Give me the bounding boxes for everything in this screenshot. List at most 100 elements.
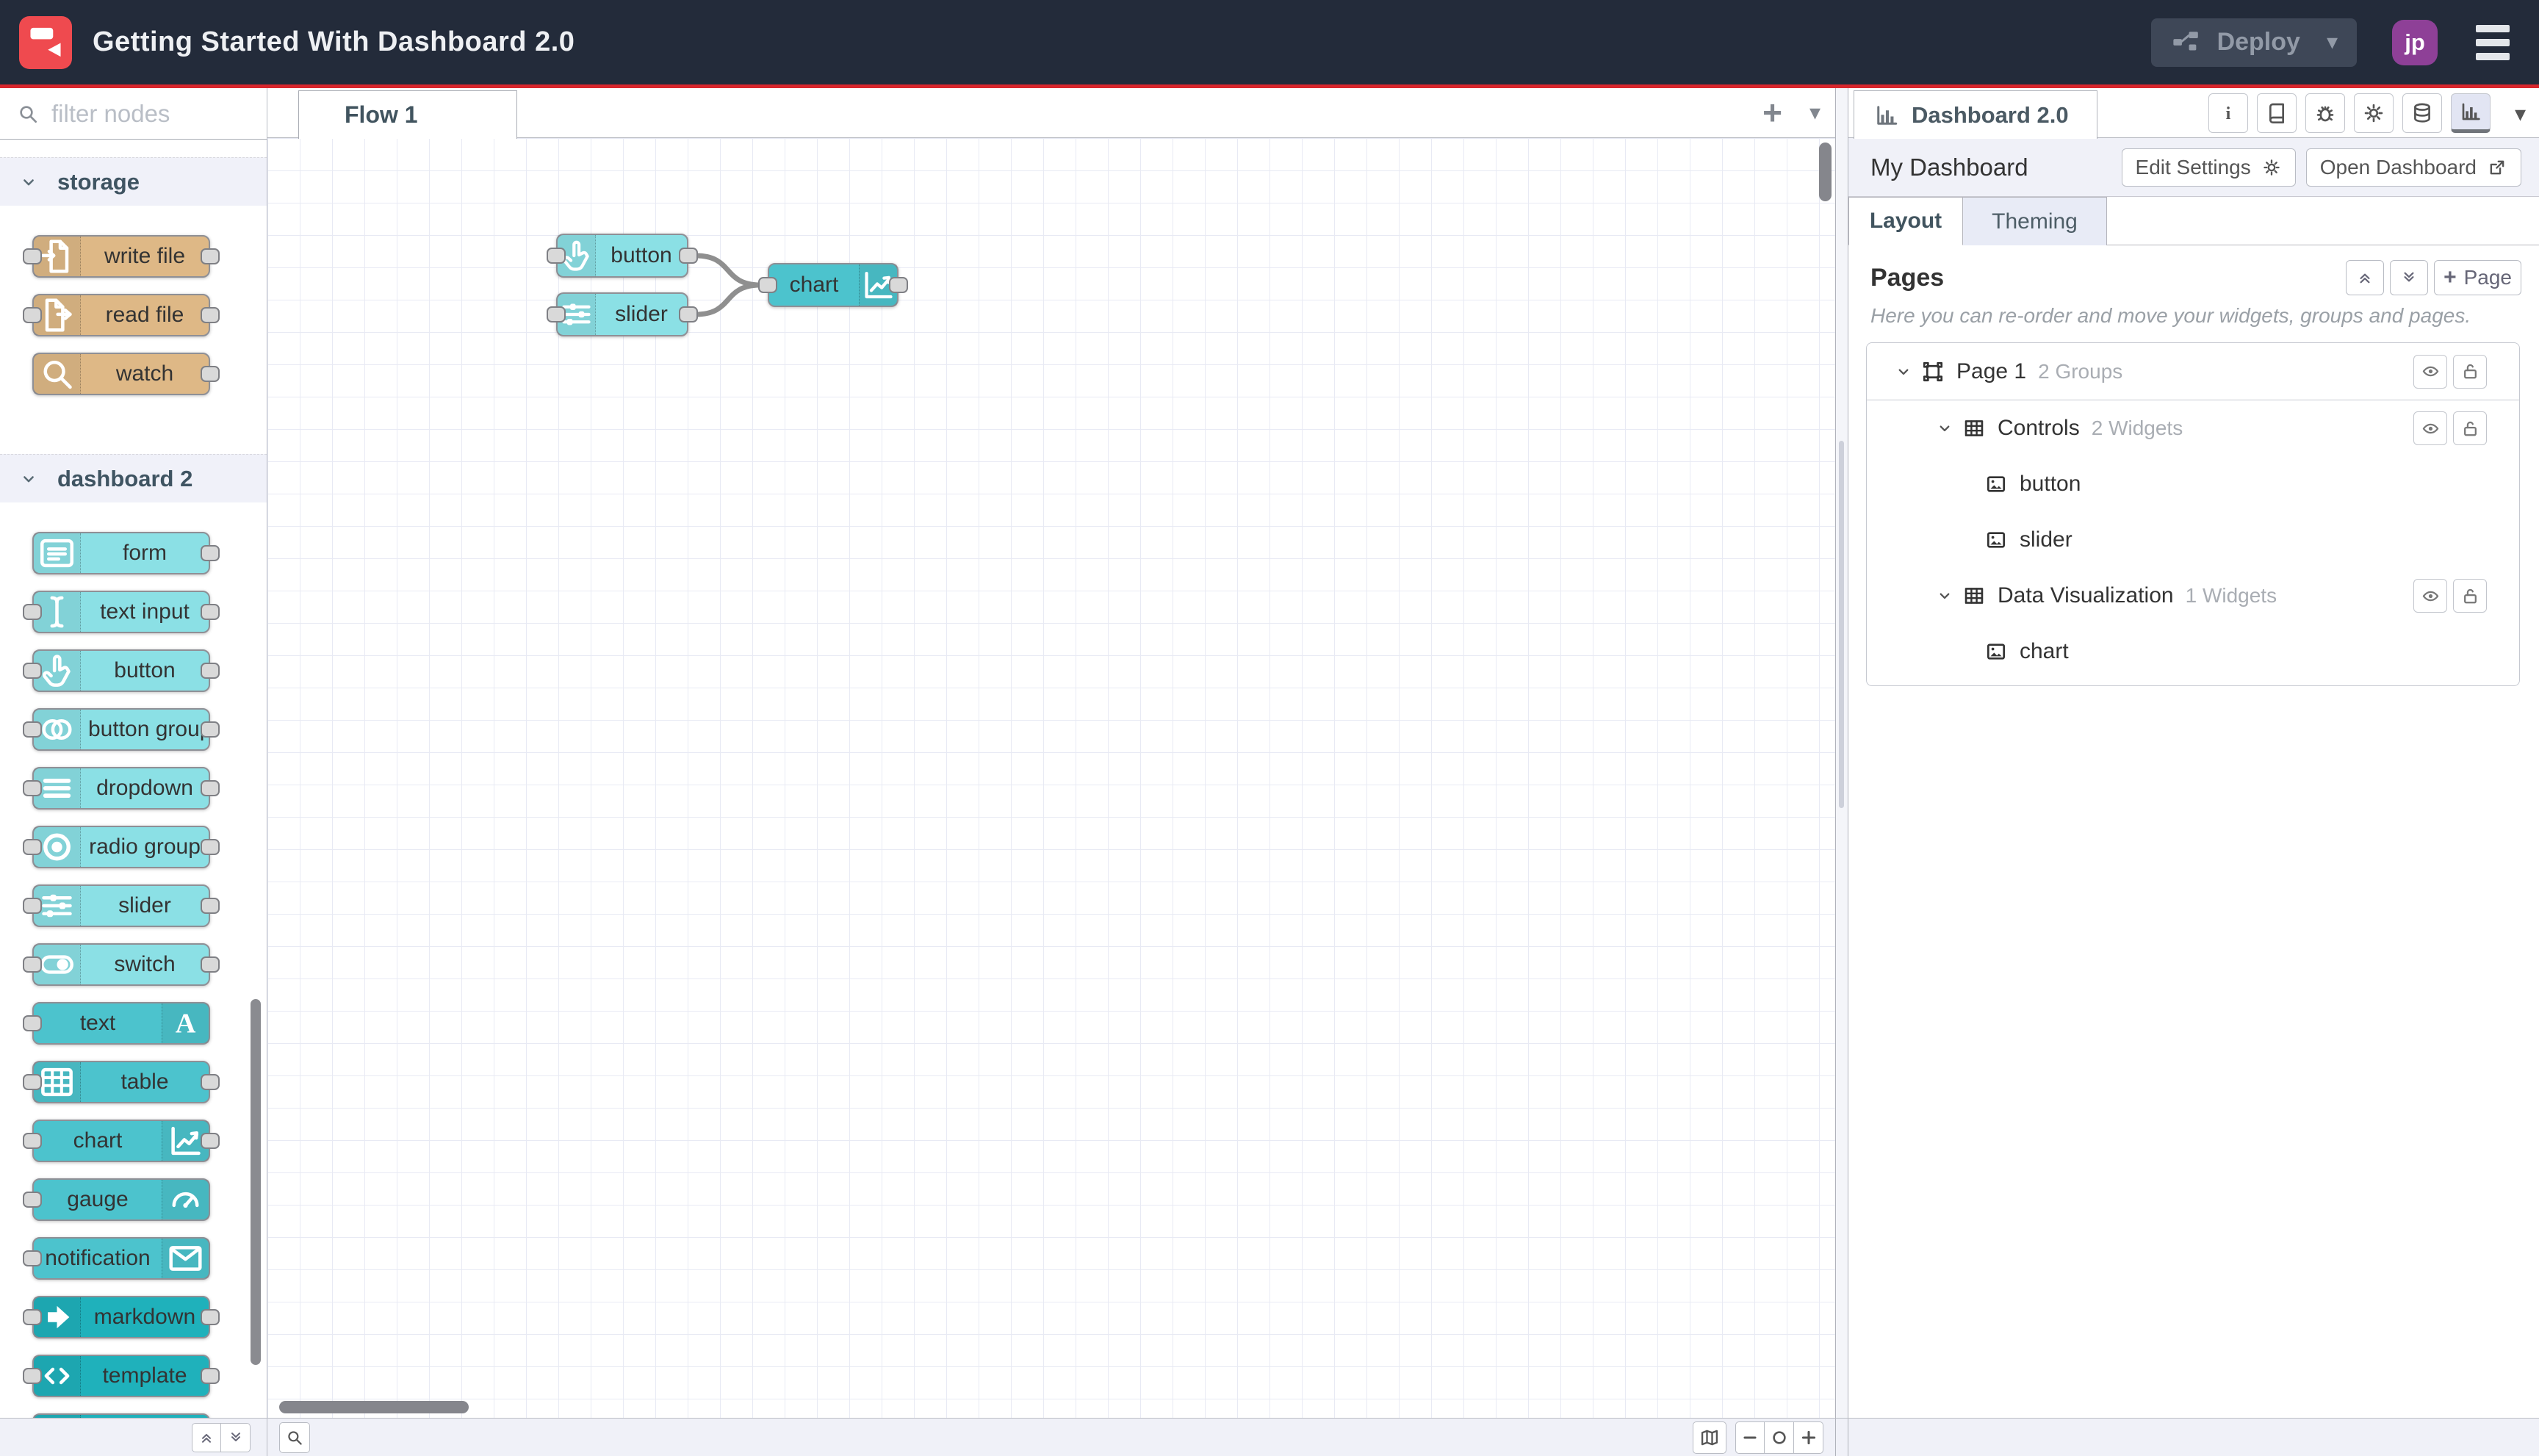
tree-row-data-visualization[interactable]: Data Visualization 1 Widgets: [1867, 568, 2519, 624]
node-input-port[interactable]: [23, 248, 42, 264]
navigator-button[interactable]: [1693, 1421, 1726, 1454]
node-output-port[interactable]: [679, 306, 698, 322]
palette-node-dropdown[interactable]: dropdown: [23, 767, 220, 810]
canvas-vertical-scrollbar[interactable]: [1819, 143, 1832, 201]
palette-search[interactable]: [0, 88, 267, 140]
search-input[interactable]: [51, 99, 228, 128]
palette-node-watch[interactable]: watch: [32, 353, 220, 395]
palette-node-switch[interactable]: switch: [23, 943, 220, 986]
chevron-down-icon[interactable]: [1934, 418, 1955, 439]
node-output-port[interactable]: [889, 277, 908, 293]
node-input-port[interactable]: [23, 1309, 42, 1325]
flow-list-caret-icon[interactable]: ▾: [1809, 100, 1820, 126]
palette-node-chart[interactable]: chart: [23, 1120, 220, 1162]
palette-node-markdown[interactable]: markdown: [23, 1296, 220, 1338]
node-output-port[interactable]: [201, 604, 220, 620]
sidebar-tool-db-button[interactable]: [2402, 93, 2442, 133]
tab-dashboard-2[interactable]: Dashboard 2.0: [1854, 90, 2097, 139]
add-flow-button[interactable]: +: [1762, 93, 1782, 132]
deploy-button[interactable]: Deploy ▾: [2150, 18, 2357, 67]
palette-expand-all-button[interactable]: [221, 1422, 251, 1452]
palette-node-button-group[interactable]: button group: [23, 708, 220, 751]
category-header-dashboard-2[interactable]: dashboard 2: [0, 454, 267, 502]
tree-row-controls[interactable]: Controls 2 Widgets: [1867, 400, 2519, 456]
palette-node-slider[interactable]: slider: [23, 884, 220, 927]
node-output-port[interactable]: [201, 956, 220, 973]
visibility-toggle-button[interactable]: [2413, 411, 2447, 445]
palette-node-text[interactable]: text A: [23, 1002, 210, 1045]
palette-node-form[interactable]: form: [32, 532, 220, 574]
canvas-node-chart[interactable]: chart: [758, 263, 908, 307]
node-input-port[interactable]: [758, 277, 777, 293]
open-dashboard-button[interactable]: Open Dashboard: [2305, 148, 2521, 187]
sidebar-splitter[interactable]: [1835, 88, 1848, 1418]
canvas-node-slider[interactable]: slider: [547, 292, 698, 336]
palette-node-button[interactable]: button: [23, 649, 220, 692]
tree-row-slider[interactable]: slider: [1867, 512, 2519, 568]
canvas-horizontal-scrollbar[interactable]: [279, 1401, 469, 1413]
category-header-storage[interactable]: storage: [0, 157, 267, 206]
palette-node-gauge[interactable]: gauge: [23, 1178, 210, 1221]
tree-row-page-1[interactable]: Page 1 2 Groups: [1867, 343, 2519, 400]
node-input-port[interactable]: [23, 839, 42, 855]
lock-toggle-button[interactable]: [2453, 354, 2487, 389]
zoom-reset-button[interactable]: [1765, 1421, 1794, 1454]
node-output-port[interactable]: [201, 721, 220, 738]
chevron-down-icon[interactable]: [1893, 361, 1914, 382]
lock-toggle-button[interactable]: [2453, 411, 2487, 445]
node-output-port[interactable]: [201, 307, 220, 323]
node-input-port[interactable]: [547, 306, 566, 322]
canvas-node-button[interactable]: button: [547, 234, 698, 278]
node-input-port[interactable]: [23, 663, 42, 679]
palette-node-text-input[interactable]: text input: [23, 591, 220, 633]
node-output-port[interactable]: [201, 1133, 220, 1149]
main-menu-icon[interactable]: [2476, 24, 2510, 60]
palette-scrollbar[interactable]: [251, 999, 261, 1365]
visibility-toggle-button[interactable]: [2413, 579, 2447, 613]
collapse-all-button[interactable]: [2346, 260, 2385, 295]
palette-node-template[interactable]: template: [23, 1355, 220, 1397]
visibility-toggle-button[interactable]: [2413, 354, 2447, 389]
sidebar-menu-caret-icon[interactable]: ▾: [2515, 101, 2526, 127]
node-output-port[interactable]: [201, 1074, 220, 1090]
node-input-port[interactable]: [23, 1015, 42, 1031]
node-output-port[interactable]: [201, 1368, 220, 1384]
palette-node-radio-group[interactable]: radio group: [23, 826, 220, 868]
edit-settings-button[interactable]: Edit Settings: [2121, 148, 2296, 187]
palette-node-read-file[interactable]: read file: [23, 294, 220, 336]
node-output-port[interactable]: [201, 898, 220, 914]
lock-toggle-button[interactable]: [2453, 579, 2487, 613]
palette-collapse-all-button[interactable]: [192, 1422, 221, 1452]
palette-node-event[interactable]: event: [32, 1413, 210, 1418]
tab-theming[interactable]: Theming: [1963, 197, 2107, 245]
node-output-port[interactable]: [679, 248, 698, 264]
sidebar-tool-bug-button[interactable]: [2305, 93, 2345, 133]
node-input-port[interactable]: [23, 1192, 42, 1208]
node-output-port[interactable]: [201, 366, 220, 382]
node-output-port[interactable]: [201, 663, 220, 679]
sidebar-tool-gear-button[interactable]: [2354, 93, 2394, 133]
flow-workspace[interactable]: button slider chart: [267, 138, 1835, 1418]
chevron-down-icon[interactable]: [1934, 585, 1955, 606]
node-output-port[interactable]: [201, 248, 220, 264]
node-input-port[interactable]: [23, 604, 42, 620]
node-input-port[interactable]: [23, 307, 42, 323]
palette-node-notification[interactable]: notification: [23, 1237, 210, 1280]
node-output-port[interactable]: [201, 839, 220, 855]
node-input-port[interactable]: [23, 898, 42, 914]
expand-all-button[interactable]: [2390, 260, 2429, 295]
zoom-in-button[interactable]: [1794, 1421, 1823, 1454]
node-input-port[interactable]: [23, 721, 42, 738]
node-input-port[interactable]: [23, 956, 42, 973]
zoom-out-button[interactable]: [1735, 1421, 1765, 1454]
tree-row-chart[interactable]: chart: [1867, 624, 2519, 680]
sidebar-tool-info-button[interactable]: i: [2208, 93, 2248, 133]
node-output-port[interactable]: [201, 545, 220, 561]
node-input-port[interactable]: [547, 248, 566, 264]
user-avatar[interactable]: jp: [2392, 19, 2438, 65]
sidebar-tool-book-button[interactable]: [2257, 93, 2297, 133]
node-output-port[interactable]: [201, 780, 220, 796]
tab-flow-1[interactable]: Flow 1: [298, 90, 517, 139]
node-input-port[interactable]: [23, 1250, 42, 1266]
palette-node-write-file[interactable]: write file: [23, 235, 220, 278]
